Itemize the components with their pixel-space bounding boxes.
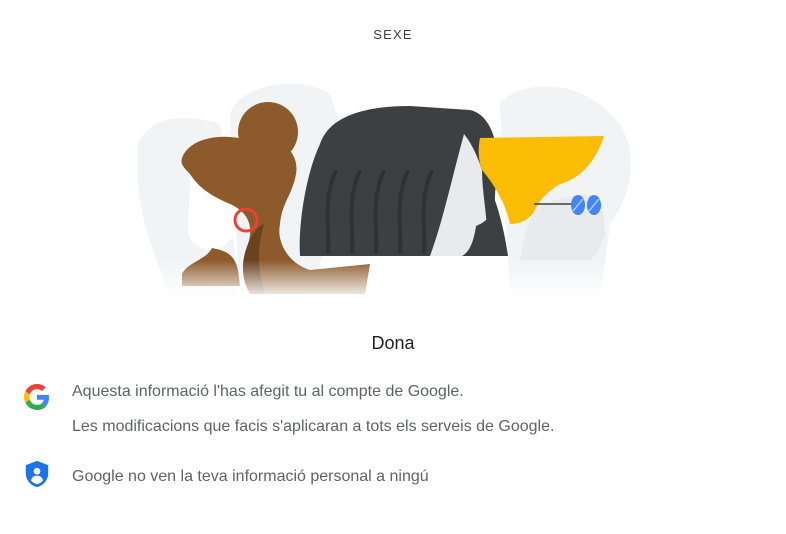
account-services-text: Les modificacions que facis s'aplicaran …: [72, 418, 555, 435]
gender-illustration: [130, 83, 640, 300]
privacy-info-text: Google no ven la teva informació persona…: [72, 468, 429, 485]
gender-value: Dona: [371, 333, 415, 353]
account-info-text: Aquesta informació l'has afegit tu al co…: [72, 383, 464, 400]
section-title: SEXE: [373, 27, 413, 42]
google-g-icon: [24, 384, 50, 410]
gender-page: SEXE Dona Aquesta informació l'has afegi…: [0, 0, 786, 534]
shield-person-icon: [25, 460, 49, 488]
